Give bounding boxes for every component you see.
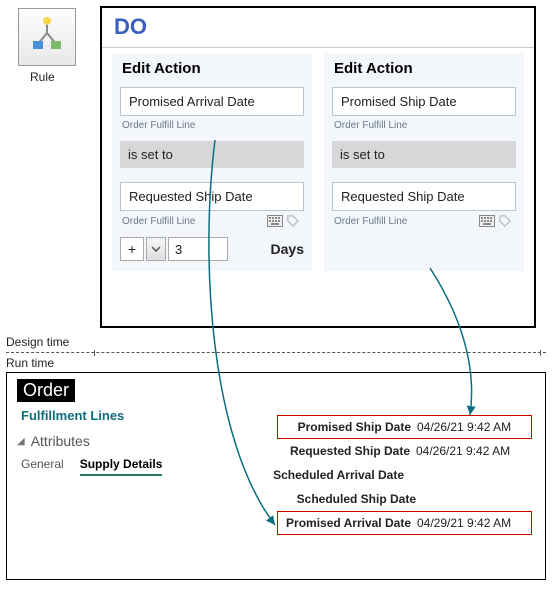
row-promised-ship: Promised Ship Date 04/26/21 9:42 AM	[277, 415, 532, 439]
tag-icon[interactable]	[286, 215, 302, 227]
offset-unit: Days	[271, 241, 304, 257]
offset-number[interactable]: 3	[168, 237, 228, 261]
promised-ship-value: 04/26/21 9:42 AM	[417, 420, 511, 434]
promised-arrival-value: 04/29/21 9:42 AM	[417, 516, 511, 530]
requested-ship-value: 04/26/21 9:42 AM	[416, 444, 510, 458]
offset-row: + 3 Days	[120, 237, 304, 261]
flow-icon	[27, 15, 67, 60]
row-scheduled-arrival: Scheduled Arrival Date	[255, 463, 532, 487]
scheduled-ship-label: Scheduled Ship Date	[287, 492, 422, 506]
order-badge: Order	[17, 379, 75, 402]
collapse-icon: ◢	[17, 436, 25, 447]
target-field[interactable]: Promised Ship Date	[332, 87, 516, 116]
design-time-label: Design time	[6, 335, 69, 349]
tab-general[interactable]: General	[21, 457, 64, 476]
promised-arrival-label: Promised Arrival Date	[282, 516, 417, 530]
keyboard-icon[interactable]	[479, 215, 495, 227]
runtime-panel: Order Fulfillment Lines ◢ Attributes Gen…	[6, 372, 546, 580]
do-header: DO	[102, 8, 534, 48]
rule-label: Rule	[30, 70, 55, 84]
row-promised-arrival: Promised Arrival Date 04/29/21 9:42 AM	[277, 511, 532, 535]
row-scheduled-ship: Scheduled Ship Date	[277, 487, 532, 511]
do-panel: DO Edit Action Promised Arrival Date Ord…	[100, 6, 536, 328]
target-note: Order Fulfill Line	[122, 120, 302, 131]
target-field[interactable]: Promised Arrival Date	[120, 87, 304, 116]
promised-ship-label: Promised Ship Date	[282, 420, 417, 434]
tab-supply-details[interactable]: Supply Details	[80, 457, 163, 476]
source-field[interactable]: Requested Ship Date	[120, 182, 304, 211]
tag-icon[interactable]	[498, 215, 514, 227]
date-rows: Promised Ship Date 04/26/21 9:42 AM Requ…	[277, 415, 532, 535]
scheduled-arrival-label: Scheduled Arrival Date	[255, 468, 410, 482]
plus-button[interactable]: +	[120, 237, 144, 261]
requested-ship-label: Requested Ship Date	[281, 444, 416, 458]
rule-icon-tile[interactable]	[18, 8, 76, 66]
edit-action-title: Edit Action	[122, 60, 304, 77]
operator: is set to	[332, 141, 516, 168]
operator: is set to	[120, 141, 304, 168]
edit-action-title: Edit Action	[334, 60, 516, 77]
source-note: Order Fulfill Line	[334, 216, 407, 227]
source-field[interactable]: Requested Ship Date	[332, 182, 516, 211]
row-requested-ship: Requested Ship Date 04/26/21 9:42 AM	[277, 439, 532, 463]
chevron-down-icon	[151, 246, 161, 252]
run-time-label: Run time	[6, 356, 54, 370]
edit-action-right: Edit Action Promised Ship Date Order Ful…	[324, 54, 524, 271]
target-note: Order Fulfill Line	[334, 120, 514, 131]
attributes-label: Attributes	[31, 433, 90, 449]
source-note: Order Fulfill Line	[122, 216, 195, 227]
dropdown-button[interactable]	[146, 237, 166, 261]
keyboard-icon[interactable]	[267, 215, 283, 227]
edit-action-left: Edit Action Promised Arrival Date Order …	[112, 54, 312, 271]
